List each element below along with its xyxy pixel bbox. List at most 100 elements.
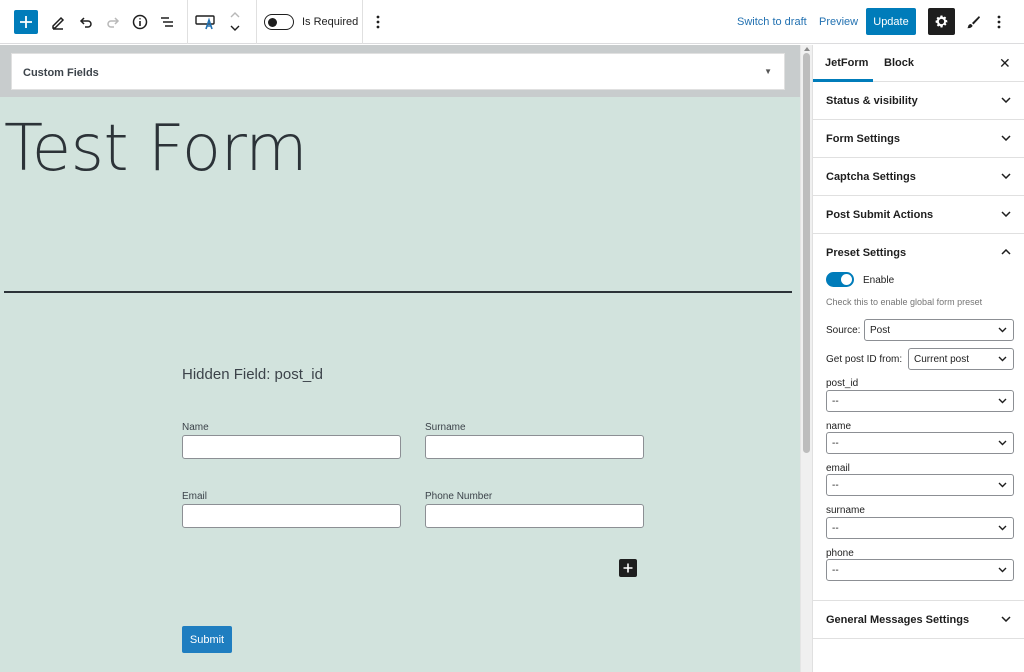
mapping-select-email[interactable]: -- (826, 474, 1014, 496)
email-label: Email (182, 491, 208, 502)
chevron-down-icon (998, 482, 1007, 488)
is-required-toggle[interactable] (264, 14, 294, 30)
list-view-button[interactable] (157, 12, 177, 32)
tab-jetform[interactable]: JetForm (825, 57, 868, 69)
add-block-button[interactable] (14, 10, 38, 34)
redo-icon (107, 17, 120, 28)
details-button[interactable] (130, 12, 150, 32)
chevron-down-icon (1001, 211, 1011, 217)
page-title[interactable]: Test Form (4, 112, 308, 186)
separator-block[interactable] (4, 291, 792, 293)
tab-block[interactable]: Block (884, 57, 914, 69)
editor-canvas: Custom Fields ▼ Test Form Hidden Field: … (0, 45, 800, 672)
more-options-button[interactable] (992, 12, 1006, 32)
toolbar-divider (256, 0, 257, 44)
info-icon (132, 14, 148, 30)
chevron-down-icon (1001, 135, 1011, 141)
text-field-block-icon (195, 15, 215, 30)
panel-form-settings[interactable]: Form Settings (813, 120, 1024, 158)
surname-label: Surname (425, 422, 466, 433)
undo-icon (79, 17, 92, 28)
add-block-inline-button[interactable] (619, 559, 637, 577)
mapping-label-phone: phone (826, 548, 854, 559)
phone-number-label: Phone Number (425, 491, 493, 502)
select-value: -- (832, 565, 839, 576)
phone-number-input[interactable] (425, 504, 644, 528)
select-value: Current post (914, 354, 970, 365)
close-icon[interactable]: ✕ (999, 55, 1011, 72)
chevron-down-icon (1001, 173, 1011, 179)
panel-title: Status & visibility (826, 95, 918, 107)
name-label: Name (182, 422, 209, 433)
is-required-label: Is Required (302, 16, 359, 28)
chevron-down-icon (998, 327, 1007, 333)
mapping-label-email: email (826, 463, 850, 474)
panel-general-messages-settings[interactable]: General Messages Settings (813, 601, 1024, 639)
name-input[interactable] (182, 435, 401, 459)
panel-title: Post Submit Actions (826, 209, 934, 221)
custom-fields-metabox[interactable]: Custom Fields ▼ (11, 53, 785, 90)
scroll-up-arrow-icon[interactable] (804, 47, 810, 51)
brush-icon (967, 16, 980, 29)
email-input[interactable] (182, 504, 401, 528)
undo-button[interactable] (76, 12, 96, 32)
pencil-icon (52, 16, 65, 30)
mapping-select-surname[interactable]: -- (826, 517, 1014, 539)
switch-to-draft-button[interactable]: Switch to draft (737, 16, 807, 28)
style-button[interactable] (963, 12, 983, 32)
update-button[interactable]: Update (866, 8, 916, 35)
toggle-knob (841, 274, 852, 285)
chevron-down-icon (998, 398, 1007, 404)
more-vertical-icon (376, 15, 380, 29)
editor-toolbar: Is Required Switch to draft Preview Upda… (0, 0, 1024, 44)
block-type-button[interactable] (194, 11, 218, 33)
select-value: -- (832, 438, 839, 449)
surname-input[interactable] (425, 435, 644, 459)
mapping-select-name[interactable]: -- (826, 432, 1014, 454)
chevron-up-icon (230, 12, 240, 18)
editor-scrollbar[interactable] (800, 45, 812, 672)
settings-sidebar: JetForm Block ✕ Status & visibility Form… (812, 45, 1024, 672)
chevron-down-icon (230, 25, 240, 31)
panel-captcha-settings[interactable]: Captcha Settings (813, 158, 1024, 196)
toolbar-divider (362, 0, 363, 44)
toolbar-divider (187, 0, 188, 44)
preset-enable-toggle[interactable] (826, 272, 854, 287)
mapping-select-phone[interactable]: -- (826, 559, 1014, 581)
scrollbar-thumb[interactable] (803, 53, 810, 453)
move-up-button[interactable] (228, 9, 242, 21)
triangle-down-icon[interactable]: ▼ (764, 67, 772, 76)
chevron-down-icon (998, 567, 1007, 573)
more-vertical-icon (997, 15, 1001, 29)
mapping-select-post-id[interactable]: -- (826, 390, 1014, 412)
preset-help-text: Check this to enable global form preset (826, 297, 983, 307)
chevron-up-icon[interactable] (1001, 249, 1011, 255)
select-value: -- (832, 480, 839, 491)
plus-icon (623, 563, 633, 573)
edit-tool-button[interactable] (48, 12, 68, 32)
panel-status-visibility[interactable]: Status & visibility (813, 82, 1024, 120)
chevron-down-icon (998, 440, 1007, 446)
panel-preset-settings: Preset Settings (813, 234, 1024, 601)
panel-post-submit-actions[interactable]: Post Submit Actions (813, 196, 1024, 234)
preset-enable-label: Enable (863, 275, 895, 286)
chevron-down-icon (998, 356, 1007, 362)
hidden-field-block[interactable]: Hidden Field: post_id (182, 366, 323, 383)
mapping-label-name: name (826, 421, 852, 432)
move-down-button[interactable] (228, 22, 242, 34)
submit-button[interactable]: Submit (182, 626, 232, 653)
preview-button[interactable]: Preview (819, 16, 858, 28)
panel-title[interactable]: Preset Settings (826, 247, 906, 259)
metabox-area: Custom Fields ▼ (0, 45, 800, 97)
redo-button[interactable] (103, 12, 123, 32)
select-value: -- (832, 523, 839, 534)
source-label: Source: (826, 325, 861, 336)
post-id-from-select[interactable]: Current post (908, 348, 1014, 370)
settings-button[interactable] (928, 8, 955, 35)
sidebar-tabs: JetForm Block ✕ (813, 45, 1024, 82)
source-select[interactable]: Post (864, 319, 1014, 341)
gear-icon (935, 15, 948, 28)
block-options-button[interactable] (370, 12, 386, 32)
metabox-title: Custom Fields (23, 67, 99, 79)
chevron-down-icon (1001, 616, 1011, 622)
